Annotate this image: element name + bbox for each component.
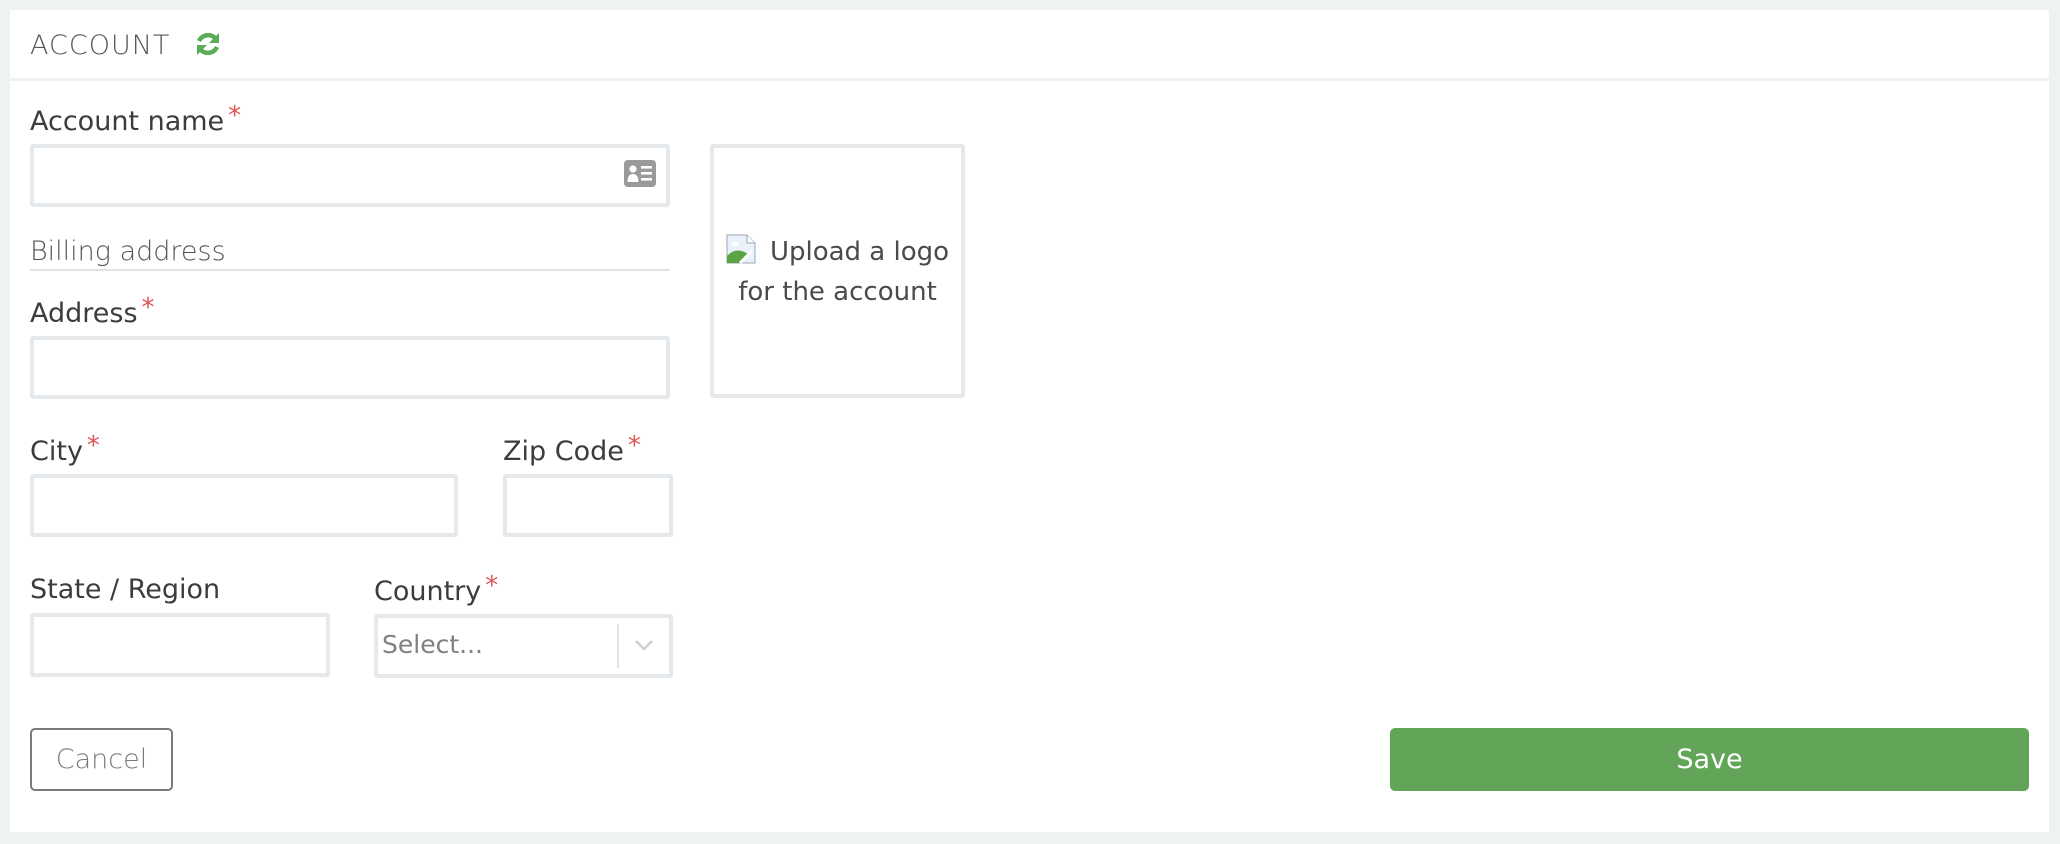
required-mark: * (141, 293, 155, 323)
zip-input[interactable] (507, 478, 669, 533)
country-placeholder: Select... (382, 630, 483, 659)
save-button[interactable]: Save (1390, 728, 2029, 791)
required-mark: * (228, 101, 242, 131)
logo-upload-area[interactable]: Upload a logo for the account (710, 144, 965, 398)
required-mark: * (86, 431, 100, 461)
account-name-field[interactable] (30, 144, 670, 207)
logo-upload-text: Upload a logo for the account (714, 232, 961, 312)
logo-upload-line2: for the account (738, 277, 937, 307)
city-label: City * (30, 431, 100, 467)
logo-upload-line1: Upload a logo (769, 237, 950, 267)
id-card-icon (624, 160, 656, 187)
address-label: Address * (30, 293, 155, 329)
state-field[interactable] (30, 613, 330, 677)
account-name-label-text: Account name (30, 106, 225, 137)
zip-field[interactable] (503, 474, 673, 537)
city-input[interactable] (34, 478, 454, 533)
cancel-button[interactable]: Cancel (30, 728, 173, 791)
country-label-text: Country (374, 576, 482, 607)
account-card: ACCOUNT Account name * Billing address Ad… (10, 10, 2049, 832)
select-separator (617, 624, 619, 668)
card-header: ACCOUNT (10, 10, 2049, 81)
country-label: Country * (374, 571, 498, 607)
page-title: ACCOUNT (30, 30, 171, 61)
section-divider (30, 269, 670, 271)
billing-address-heading: Billing address (30, 236, 226, 267)
required-mark: * (627, 431, 641, 461)
address-field[interactable] (30, 336, 670, 399)
broken-image-icon (726, 234, 756, 264)
zip-label: Zip Code * (503, 431, 641, 467)
refresh-icon[interactable] (194, 30, 222, 58)
country-select[interactable]: Select... (374, 614, 673, 678)
required-mark: * (485, 571, 499, 601)
account-name-input[interactable] (34, 148, 666, 203)
city-field[interactable] (30, 474, 458, 537)
chevron-down-icon[interactable] (631, 632, 657, 658)
address-label-text: Address (30, 298, 138, 329)
address-input[interactable] (34, 340, 666, 395)
zip-label-text: Zip Code (503, 436, 624, 467)
city-label-text: City (30, 436, 83, 467)
account-name-label: Account name * (30, 101, 241, 137)
state-input[interactable] (34, 617, 326, 673)
state-label: State / Region (30, 574, 221, 605)
